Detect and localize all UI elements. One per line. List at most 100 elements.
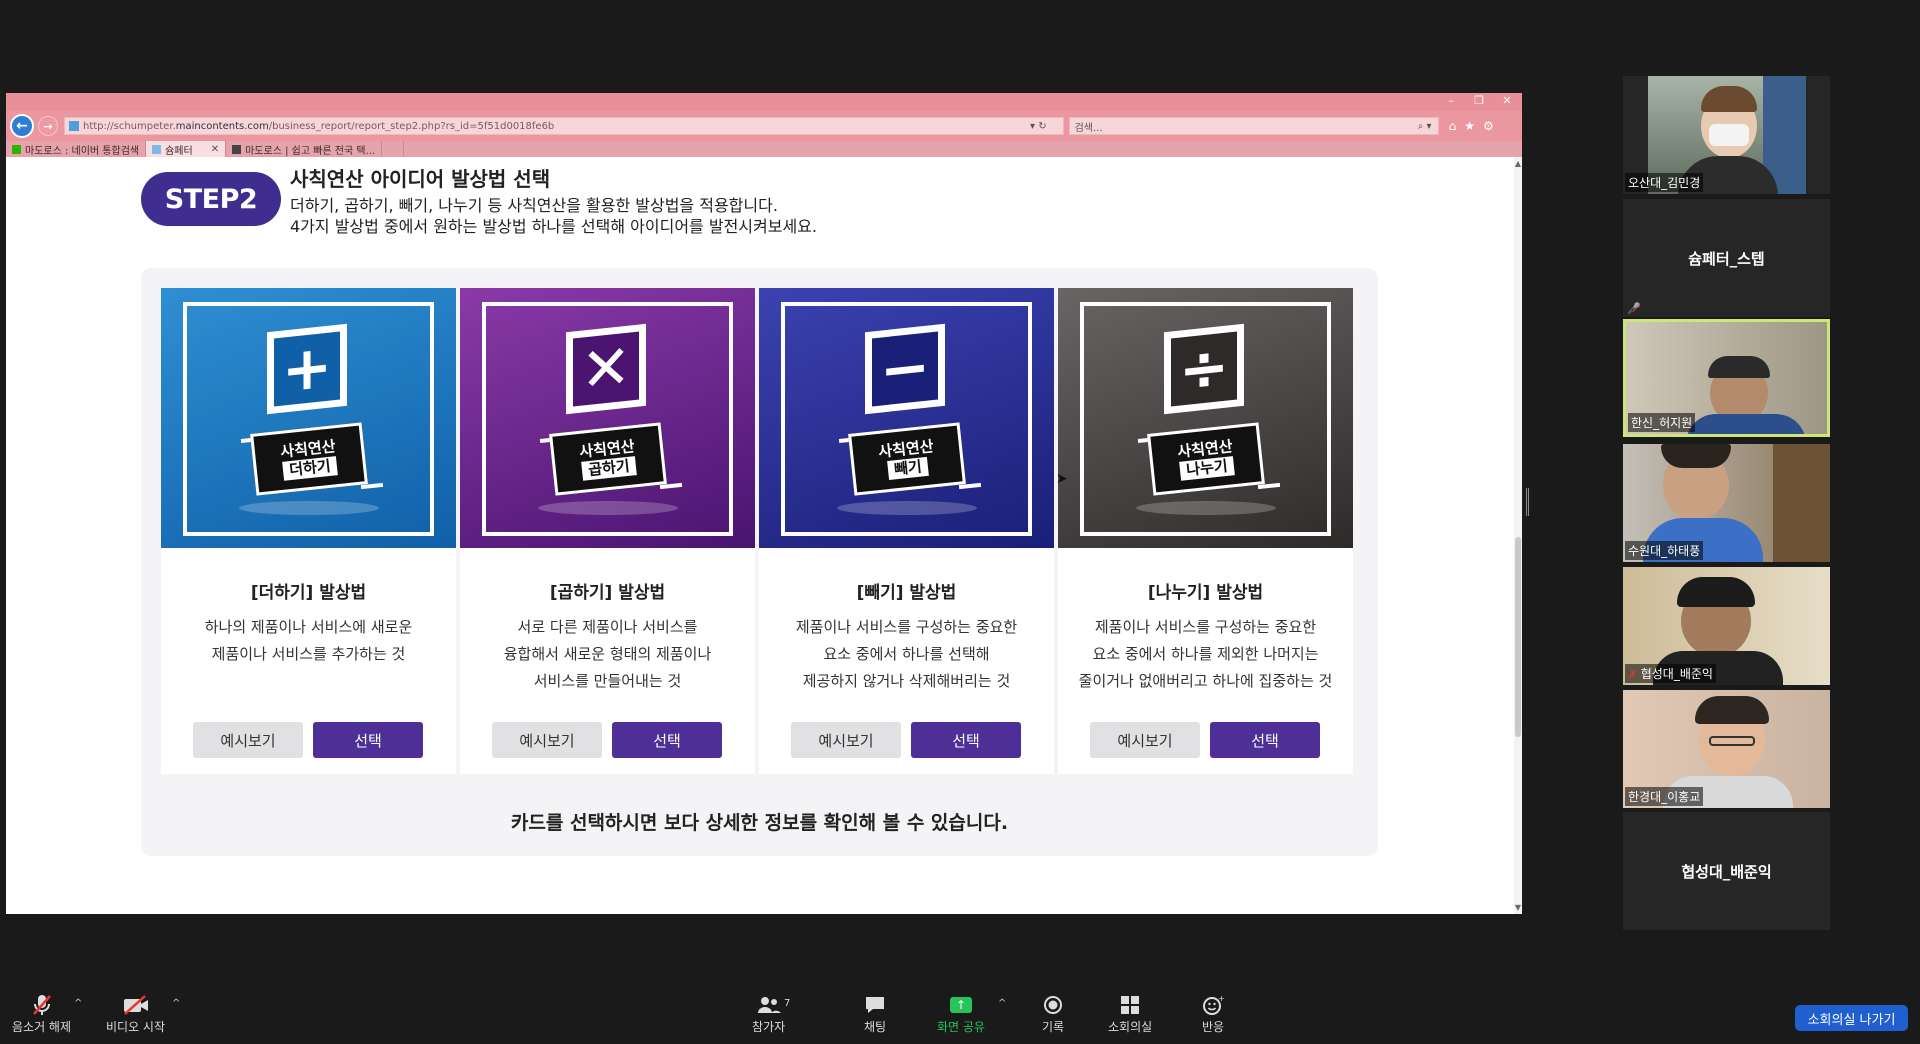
record-icon xyxy=(1040,994,1066,1016)
people-icon xyxy=(756,994,782,1016)
participant-name: 수원대_하태풍 xyxy=(1625,541,1704,560)
restore-icon[interactable]: ❐ xyxy=(1472,94,1486,107)
method-card-multiply[interactable]: ✕ 사칙연산 곱하기 [곱하기] 발상법 서로 다른 제품이나 서비스를 융합해서… xyxy=(460,288,755,774)
shared-browser-window: – ❐ ✕ ← → http://schumpeter. maincontents… xyxy=(6,93,1522,914)
share-screen-button[interactable]: ↑ 화면 공유 xyxy=(937,994,985,1035)
participant-name-tile[interactable]: 협성대_배준익 xyxy=(1623,812,1830,930)
grid-icon xyxy=(1117,994,1143,1016)
card-description: 하나의 제품이나 서비스에 새로운 제품이나 서비스를 추가하는 것 xyxy=(204,618,413,663)
reactions-button[interactable]: + 반응 xyxy=(1200,994,1226,1035)
chevron-up-icon[interactable]: ^ xyxy=(998,998,1006,1009)
multiply-icon: ✕ xyxy=(573,331,639,407)
card-illustration[interactable]: − 사칙연산 빼기 xyxy=(759,288,1054,548)
participant-video-tile[interactable]: 수원대_하태풍 xyxy=(1623,444,1830,562)
select-button[interactable]: 선택 xyxy=(1210,722,1320,758)
scrollbar-thumb[interactable] xyxy=(1515,537,1521,737)
method-card-subtract[interactable]: − 사칙연산 빼기 [빼기] 발상법 제품이나 서비스를 구성하는 중요한 요소 … xyxy=(759,288,1054,774)
page-content: STEP2 사칙연산 아이디어 발상법 선택 더하기, 곱하기, 빼기, 나누기… xyxy=(6,157,1516,914)
tab-naver-search[interactable]: 마도로스 : 네이버 통합검색 xyxy=(6,141,147,157)
divide-icon: ÷ xyxy=(1171,331,1237,407)
participants-button[interactable]: 참가자 xyxy=(752,994,785,1035)
share-screen-icon: ↑ xyxy=(949,997,972,1013)
select-button[interactable]: 선택 xyxy=(612,722,722,758)
favorites-star-icon[interactable]: ★ xyxy=(1464,119,1475,133)
step-description: 4가지 발상법 중에서 원하는 발상법 하나를 선택해 아이디어를 발전시켜보세… xyxy=(290,217,817,236)
mic-muted-icon xyxy=(29,994,55,1016)
page-icon xyxy=(232,144,242,154)
panel-resize-handle[interactable] xyxy=(1526,488,1529,516)
tab-madoros-taxi[interactable]: 마도로스 | 쉽고 빠른 전국 택... xyxy=(226,141,383,157)
example-button[interactable]: 예시보기 xyxy=(492,722,602,758)
example-button[interactable]: 예시보기 xyxy=(1090,722,1200,758)
participant-name: 협성대_배준익 xyxy=(1681,862,1772,881)
chevron-up-icon[interactable]: ^ xyxy=(74,998,82,1009)
card-title: [곱하기] 발상법 xyxy=(549,583,666,603)
card-description: 제품이나 서비스를 구성하는 중요한 요소 중에서 하나를 제외한 나머지는 줄… xyxy=(1078,618,1333,690)
minimize-icon[interactable]: – xyxy=(1444,94,1458,107)
participant-name: 한신_허지원 xyxy=(1628,413,1696,432)
participant-name: ✗ 협성대_배준익 xyxy=(1625,664,1716,683)
search-icon[interactable]: ⌕ ▾ xyxy=(1418,121,1432,132)
card-illustration[interactable]: ÷ 사칙연산 나누기 xyxy=(1058,288,1353,548)
card-title: [나누기] 발상법 xyxy=(1147,583,1264,603)
page-scrollbar[interactable]: ▲ ▼ xyxy=(1514,157,1522,914)
back-arrow-icon[interactable]: ← xyxy=(10,114,34,138)
chevron-up-icon[interactable]: ^ xyxy=(172,998,180,1009)
scroll-up-icon[interactable]: ▲ xyxy=(1514,159,1522,168)
home-icon[interactable]: ⌂ xyxy=(1449,119,1457,133)
start-video-button[interactable]: 비디오 시작 xyxy=(106,994,165,1035)
step-title: 사칙연산 아이디어 발상법 선택 xyxy=(290,167,551,191)
unmute-button[interactable]: 음소거 해제 xyxy=(12,994,71,1035)
method-card-add[interactable]: + 사칙연산 더하기 [더하기] 발상법 하나의 제품이나 서비스에 새로운 제품… xyxy=(161,288,456,774)
participant-name: 한경대_이홍교 xyxy=(1625,787,1704,806)
site-favicon-icon xyxy=(69,121,79,131)
card-illustration[interactable]: ✕ 사칙연산 곱하기 xyxy=(460,288,755,548)
participant-video-tile[interactable]: ✗ 협성대_배준익 xyxy=(1623,567,1830,685)
browser-titlebar: – ❐ ✕ xyxy=(6,93,1522,111)
method-card-divide[interactable]: ÷ 사칙연산 나누기 [나누기] 발상법 제품이나 서비스를 구성하는 중요한 요… xyxy=(1058,288,1353,774)
participant-name: 슘페터_스텝 xyxy=(1688,249,1765,268)
scroll-down-icon[interactable]: ▼ xyxy=(1514,903,1522,912)
participant-video-tile[interactable]: 오산대_김민경 xyxy=(1623,76,1830,194)
participant-video-tile[interactable]: 한경대_이홍교 xyxy=(1623,690,1830,808)
select-button[interactable]: 선택 xyxy=(313,722,423,758)
new-tab-button[interactable] xyxy=(382,141,405,157)
plus-icon: + xyxy=(274,331,340,407)
forward-arrow-icon[interactable]: → xyxy=(38,116,58,136)
close-tab-icon[interactable]: ✕ xyxy=(211,144,219,155)
card-illustration[interactable]: + 사칙연산 더하기 xyxy=(161,288,456,548)
step-badge: STEP2 xyxy=(141,172,281,226)
mic-muted-icon: 🎤̸ xyxy=(1627,302,1641,315)
browser-tabs: 마도로스 : 네이버 통합검색 슘페터 ✕ 마도로스 | 쉽고 빠른 전국 택.… xyxy=(6,141,1522,157)
breakout-rooms-button[interactable]: 소회의실 xyxy=(1108,994,1152,1035)
example-button[interactable]: 예시보기 xyxy=(791,722,901,758)
video-off-icon xyxy=(123,994,149,1016)
meeting-toolbar: 음소거 해제 ^ 비디오 시작 ^ 참가자 7 채팅 ↑ 화면 공유 ^ 기록 … xyxy=(0,990,1920,1044)
zoom-window: – ❐ ✕ ← → http://schumpeter. maincontents… xyxy=(0,0,1920,1044)
select-button[interactable]: 선택 xyxy=(911,722,1021,758)
minus-icon: − xyxy=(872,331,938,407)
leave-breakout-room-button[interactable]: 소회의실 나가기 xyxy=(1795,1005,1908,1031)
participants-count: 7 xyxy=(784,998,791,1009)
card-description: 서로 다른 제품이나 서비스를 융합해서 새로운 형태의 제품이나 서비스를 만… xyxy=(503,618,712,690)
refresh-icon[interactable]: ▾ ↻ xyxy=(1030,121,1047,132)
participant-name: 오산대_김민경 xyxy=(1625,173,1704,192)
chat-button[interactable]: 채팅 xyxy=(862,994,888,1035)
chat-bubble-icon xyxy=(862,994,888,1016)
example-button[interactable]: 예시보기 xyxy=(193,722,303,758)
record-button[interactable]: 기록 xyxy=(1040,994,1066,1035)
page-icon xyxy=(152,144,162,154)
participant-video-tile-active-speaker[interactable]: 한신_허지원 xyxy=(1623,319,1830,437)
participant-name-tile[interactable]: 슘페터_스텝 🎤̸ xyxy=(1623,199,1830,317)
search-input[interactable]: 검색... ⌕ ▾ xyxy=(1068,117,1439,135)
close-icon[interactable]: ✕ xyxy=(1500,94,1514,107)
settings-gear-icon[interactable]: ⚙ xyxy=(1483,119,1494,133)
card-description: 제품이나 서비스를 구성하는 중요한 요소 중에서 하나를 선택해 제공하지 않… xyxy=(795,618,1018,690)
methods-panel: + 사칙연산 더하기 [더하기] 발상법 하나의 제품이나 서비스에 새로운 제품… xyxy=(141,268,1378,856)
smiley-icon: + xyxy=(1200,994,1226,1016)
url-field[interactable]: http://schumpeter. maincontents.com/busin… xyxy=(64,117,1064,135)
svg-text:+: + xyxy=(1218,995,1224,1003)
tab-schumpeter[interactable]: 슘페터 ✕ xyxy=(146,141,227,157)
selection-hint: 카드를 선택하시면 보다 상세한 정보를 확인해 볼 수 있습니다. xyxy=(510,812,1009,834)
naver-icon xyxy=(12,144,21,154)
